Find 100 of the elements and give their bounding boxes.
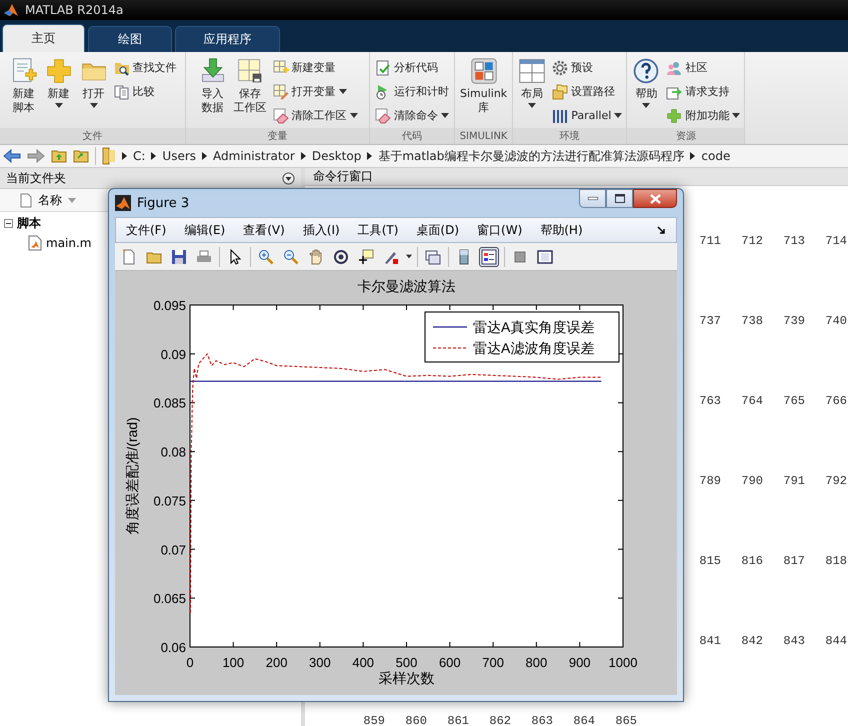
toolstrip-button[interactable]: 新建 xyxy=(42,56,76,128)
output-number: 740 xyxy=(824,313,847,330)
grid-icon xyxy=(236,57,264,85)
output-number: 739 xyxy=(782,313,805,330)
window-icon xyxy=(537,248,553,264)
toolstrip-button[interactable]: 清除命令 xyxy=(373,104,451,127)
output-number: 818 xyxy=(824,553,847,570)
toolstrip-button[interactable]: 导入 数据 xyxy=(196,56,230,128)
tick-label: 0.09 xyxy=(160,346,186,362)
chart-title: 卡尔曼滤波算法 xyxy=(358,278,456,294)
dock-icon[interactable] xyxy=(657,226,666,234)
collapse-icon[interactable] xyxy=(4,219,13,228)
path-crumb[interactable]: 基于matlab编程卡尔曼滤波的方法进行配准算法源码程序 xyxy=(378,148,684,164)
menu-item[interactable]: 编辑(E) xyxy=(184,222,226,238)
toolstrip-button[interactable]: 比较 xyxy=(112,80,178,103)
legend-label: 雷达A滤波角度误差 xyxy=(473,340,594,356)
up-folder-icon[interactable] xyxy=(51,149,67,163)
toolstrip-button[interactable]: 帮助 xyxy=(629,56,664,128)
close-button[interactable] xyxy=(633,189,677,208)
maximize-button[interactable] xyxy=(606,189,633,208)
tick-label: 800 xyxy=(526,655,548,670)
output-number: 791 xyxy=(782,473,805,490)
menu-item[interactable]: 插入(I) xyxy=(302,222,340,238)
menu-item[interactable]: 桌面(D) xyxy=(416,222,460,238)
toolstrip-button[interactable]: Simulink 库 xyxy=(457,56,510,128)
output-number: 792 xyxy=(824,473,847,490)
panel-title: 命令行窗口 xyxy=(313,168,373,185)
forward-icon[interactable] xyxy=(27,149,45,163)
bars-icon xyxy=(552,108,568,124)
back-icon[interactable] xyxy=(3,149,21,163)
minimize-icon xyxy=(588,197,598,200)
toolstrip-button[interactable]: 布局 xyxy=(515,56,550,128)
menu-item[interactable]: 工具(T) xyxy=(358,222,398,238)
menu-item[interactable]: 窗口(W) xyxy=(477,222,522,238)
panel-menu-icon[interactable] xyxy=(282,172,295,184)
toolstrip-button[interactable]: 附加功能 xyxy=(664,104,742,127)
sort-icon xyxy=(68,198,76,202)
path-crumb[interactable]: C: xyxy=(133,149,146,163)
tick-label: 700 xyxy=(482,655,504,670)
close-icon xyxy=(650,194,660,204)
toolstrip-button[interactable]: 打开变量 xyxy=(270,80,360,103)
toolstrip-button[interactable]: 预设 xyxy=(550,56,624,79)
tree-folder[interactable]: 脚本 xyxy=(17,215,41,232)
output-number: 844 xyxy=(824,633,847,650)
link-icon xyxy=(425,248,441,264)
ribbon-tab[interactable]: 主页 xyxy=(2,24,85,52)
eraser-icon xyxy=(272,108,288,124)
path-crumb[interactable]: Desktop xyxy=(312,149,362,163)
ribbon-tab[interactable]: 应用程序 xyxy=(175,26,280,52)
zoom-in-icon xyxy=(258,248,274,264)
toolstrip-button[interactable]: 社区 xyxy=(664,56,742,79)
toolstrip-button[interactable]: 保存 工作区 xyxy=(230,56,270,128)
output-number: 843 xyxy=(782,633,805,650)
path-crumb[interactable]: Administrator xyxy=(213,149,295,163)
toolstrip-button[interactable]: 分析代码 xyxy=(373,56,451,79)
toolstrip-button[interactable]: 查找文件 xyxy=(112,56,178,79)
toolbar-button[interactable] xyxy=(356,246,376,266)
tick-label: 500 xyxy=(396,655,418,670)
matlab-file-icon xyxy=(28,234,42,250)
output-number: 764 xyxy=(740,393,763,410)
browse-folder-icon[interactable] xyxy=(73,149,89,163)
column-header[interactable]: 名称 xyxy=(38,192,62,208)
toolstrip-button[interactable]: 清除工作区 xyxy=(270,104,360,127)
tick-label: 0.085 xyxy=(153,396,186,411)
print-icon xyxy=(196,248,212,264)
output-number: 766 xyxy=(824,393,847,410)
minimize-button[interactable] xyxy=(579,189,606,208)
ribbon-tab[interactable]: 绘图 xyxy=(88,26,172,52)
toolstrip-button[interactable]: 运行和计时 xyxy=(373,80,451,103)
chevron-icon xyxy=(367,152,372,160)
file-name[interactable]: main.m xyxy=(46,236,92,250)
toolstrip-button[interactable]: 新建变量 xyxy=(270,56,360,79)
toolstrip-button[interactable]: 打开 xyxy=(76,56,110,128)
toolstrip-button[interactable]: 新建 脚本 xyxy=(6,56,40,128)
tick-label: 400 xyxy=(352,655,374,670)
menu-item[interactable]: 文件(F) xyxy=(126,222,166,238)
toolstrip-button[interactable]: Parallel xyxy=(550,104,624,127)
output-number: 842 xyxy=(740,633,763,650)
output-number: 790 xyxy=(740,473,763,490)
output-number: 712 xyxy=(740,233,763,250)
toolbar-button[interactable] xyxy=(479,246,499,266)
legend-label: 雷达A真实角度误差 xyxy=(473,319,594,335)
plus-icon xyxy=(44,57,72,85)
tick-label: 0.08 xyxy=(160,444,186,460)
output-number: 863 xyxy=(530,713,553,726)
tick-label: 100 xyxy=(222,655,244,670)
toolstrip-button[interactable]: 设置路径 xyxy=(550,80,624,103)
path-crumb[interactable]: code xyxy=(701,149,730,163)
output-number: 862 xyxy=(488,713,511,726)
eraser-icon xyxy=(375,108,391,124)
toolstrip-button[interactable]: 请求支持 xyxy=(664,80,742,103)
path-crumb[interactable]: Users xyxy=(162,149,196,163)
tick-label: 0.06 xyxy=(160,640,186,655)
chevron-icon xyxy=(122,152,127,160)
settings-icon xyxy=(552,60,568,76)
chevron-icon xyxy=(151,152,156,160)
axis-label: 采样次数 xyxy=(378,670,434,686)
document-check-icon xyxy=(375,60,391,76)
menu-item[interactable]: 帮助(H) xyxy=(540,222,583,238)
menu-item[interactable]: 查看(V) xyxy=(243,222,285,238)
